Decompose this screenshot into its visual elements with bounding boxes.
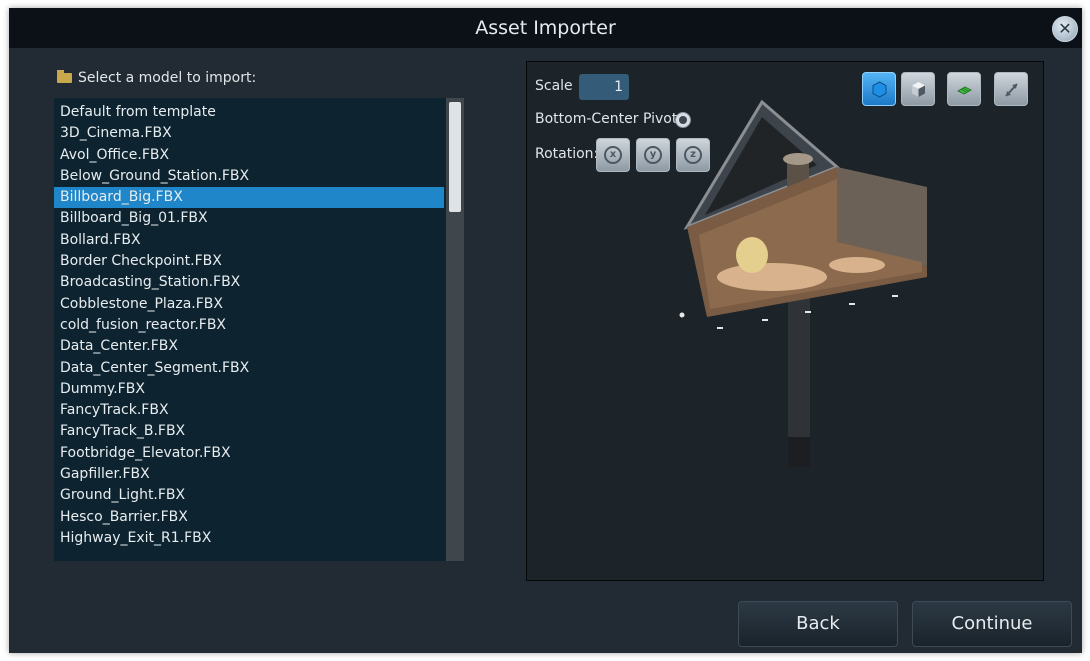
- rotate-y-button[interactable]: y: [636, 138, 670, 172]
- title-bar: Asset Importer ✕: [9, 8, 1082, 48]
- model-list-item[interactable]: Avol_Office.FBX: [54, 145, 444, 166]
- model-preview: [679, 99, 927, 467]
- model-list-item[interactable]: Gapfiller.FBX: [54, 464, 444, 485]
- rotate-x-button[interactable]: x: [596, 138, 630, 172]
- model-list-item[interactable]: Highway_Exit_R1.FBX: [54, 528, 444, 549]
- shaded-cube-icon: [912, 82, 925, 97]
- model-list-item[interactable]: Billboard_Big.FBX: [54, 187, 444, 209]
- list-scrollbar[interactable]: [446, 98, 464, 561]
- window-title: Asset Importer: [475, 17, 616, 39]
- model-list-item[interactable]: Cobblestone_Plaza.FBX: [54, 294, 444, 315]
- model-preview-panel: Scale 1 Bottom-Center Pivot Rotation: x …: [526, 61, 1044, 581]
- ground-grid-icon: [957, 86, 972, 95]
- model-list[interactable]: Default from template 3D_Cinema.FBX Avol_O…: [54, 98, 464, 561]
- folder-icon: [57, 70, 72, 83]
- model-list-item[interactable]: Ground_Light.FBX: [54, 485, 444, 506]
- rotate-y-icon: y: [644, 146, 662, 164]
- continue-button[interactable]: Continue: [912, 601, 1072, 647]
- model-list-item[interactable]: Below_Ground_Station.FBX: [54, 166, 444, 187]
- scale-label: Scale: [535, 78, 573, 94]
- model-list-item[interactable]: Data_Center.FBX: [54, 336, 444, 357]
- model-list-item[interactable]: Footbridge_Elevator.FBX: [54, 443, 444, 464]
- back-button[interactable]: Back: [738, 601, 898, 647]
- scrollbar-thumb[interactable]: [449, 102, 461, 212]
- rotate-x-icon: x: [604, 146, 622, 164]
- model-list-item[interactable]: Default from template: [54, 102, 444, 123]
- asset-importer-window: Asset Importer ✕ Select a model to impor…: [9, 8, 1082, 653]
- model-list-item[interactable]: FancyTrack.FBX: [54, 400, 444, 421]
- model-list-item[interactable]: Billboard_Big_01.FBX: [54, 208, 444, 229]
- model-list-item[interactable]: Dummy.FBX: [54, 379, 444, 400]
- scale-input[interactable]: 1: [579, 74, 629, 100]
- model-list-item[interactable]: Data_Center_Segment.FBX: [54, 358, 444, 379]
- model-list-item[interactable]: cold_fusion_reactor.FBX: [54, 315, 444, 336]
- rotation-label: Rotation:: [535, 146, 599, 162]
- model-list-item[interactable]: Broadcasting_Station.FBX: [54, 272, 444, 293]
- model-list-item[interactable]: Border Checkpoint.FBX: [54, 251, 444, 272]
- model-list-items: Default from template 3D_Cinema.FBX Avol_O…: [54, 102, 444, 549]
- ground-grid-button[interactable]: [947, 72, 981, 106]
- fit-view-icon: [1005, 83, 1018, 97]
- pivot-label: Bottom-Center Pivot: [535, 111, 678, 127]
- close-icon: ✕: [1058, 19, 1072, 38]
- model-list-item[interactable]: FancyTrack_B.FBX: [54, 421, 444, 442]
- list-label-text: Select a model to import:: [78, 70, 257, 86]
- close-button[interactable]: ✕: [1052, 16, 1078, 42]
- list-label: Select a model to import:: [57, 70, 256, 86]
- model-list-item[interactable]: Bollard.FBX: [54, 230, 444, 251]
- model-list-item[interactable]: Hesco_Barrier.FBX: [54, 507, 444, 528]
- solid-view-icon: [872, 81, 887, 98]
- model-list-item[interactable]: 3D_Cinema.FBX: [54, 123, 444, 144]
- fit-view-button[interactable]: [994, 72, 1028, 106]
